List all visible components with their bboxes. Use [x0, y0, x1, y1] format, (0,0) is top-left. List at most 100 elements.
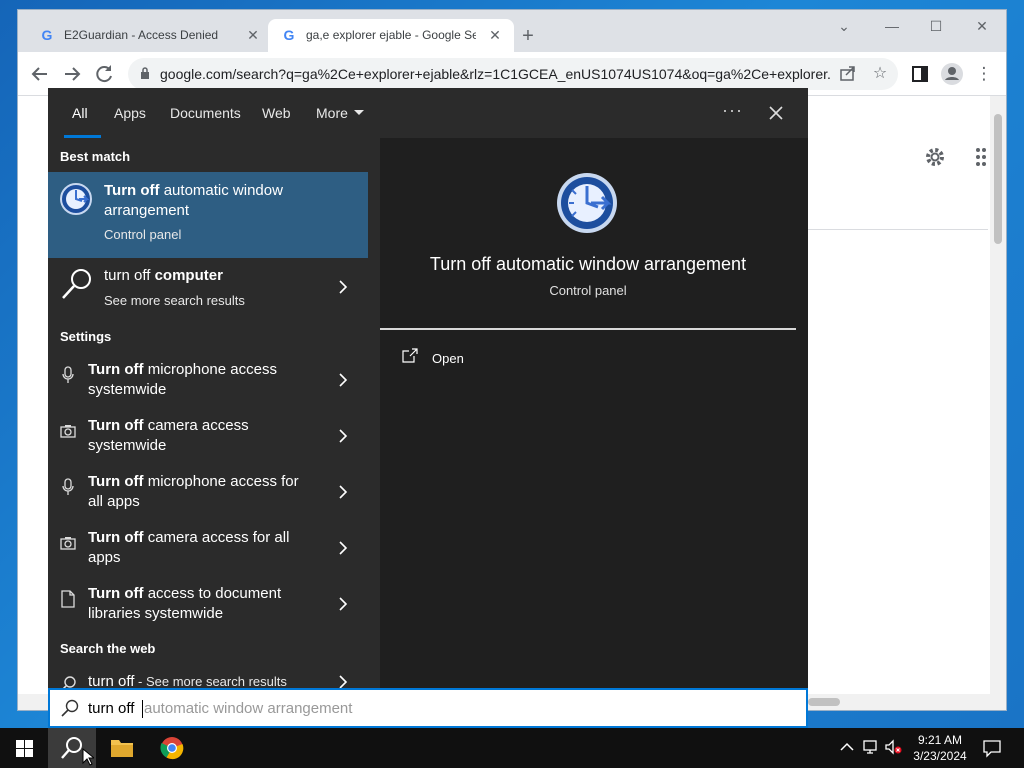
result-subtitle: See more search results — [104, 293, 245, 308]
result-title: turn off - See more search results — [88, 673, 287, 688]
settings-result-camera-all-apps[interactable]: Turn off camera access for all apps — [48, 528, 368, 584]
clock-date: 3/23/2024 — [913, 749, 967, 763]
camera-icon — [60, 425, 76, 438]
notifications-icon[interactable] — [982, 738, 1002, 758]
computer-search-result[interactable]: turn off computer See more search result… — [48, 266, 368, 314]
text-cursor — [142, 700, 143, 718]
search-filter-tabs: All Apps Documents Web More ··· — [48, 88, 808, 138]
tab-apps[interactable]: Apps — [114, 105, 146, 121]
close-window-button[interactable]: ✕ — [962, 14, 1002, 38]
camera-icon — [60, 537, 76, 550]
detail-subtitle: Control panel — [549, 283, 627, 298]
best-match-result[interactable]: Turn off automatic window arrangement Co… — [48, 172, 368, 258]
lock-icon — [141, 67, 149, 79]
tab-all[interactable]: All — [72, 105, 88, 121]
vertical-scrollbar[interactable] — [990, 96, 1006, 694]
chevron-right-icon[interactable] — [338, 280, 348, 294]
bookmark-star-icon[interactable]: ☆ — [870, 64, 890, 84]
document-icon — [61, 590, 75, 608]
taskbar-chrome[interactable] — [148, 728, 196, 768]
forward-arrow-icon[interactable] — [60, 62, 84, 86]
clock-time: 9:21 AM — [917, 733, 963, 747]
tab-more-label: More — [316, 105, 348, 121]
tab-web[interactable]: Web — [262, 105, 291, 121]
chrome-icon — [160, 737, 184, 760]
tab-documents[interactable]: Documents — [170, 105, 241, 121]
caret-down-icon — [353, 110, 364, 115]
browser-menu-icon[interactable]: ⋮ — [972, 62, 996, 86]
detail-header: Turn off automatic window arrangement Co… — [380, 152, 796, 328]
search-icon — [61, 737, 82, 759]
best-match-title: Turn off automatic window arrangement — [104, 182, 283, 219]
result-title: Turn off camera access systemwide — [88, 417, 249, 454]
search-icon — [61, 699, 79, 717]
mouse-cursor-icon — [82, 748, 94, 766]
tab-google-search[interactable]: G ga,e explorer ejable - Google Search ✕ — [268, 19, 514, 52]
microphone-icon — [62, 366, 74, 383]
minimize-button[interactable]: — — [872, 14, 912, 38]
chevron-right-icon[interactable] — [338, 675, 348, 688]
google-g-icon: G — [283, 27, 295, 43]
volume-muted-icon[interactable] — [884, 738, 902, 756]
tab-more[interactable]: More — [316, 105, 364, 121]
chevron-right-icon[interactable] — [338, 541, 348, 555]
open-label: Open — [432, 351, 464, 366]
tab-close-icon[interactable]: ✕ — [244, 26, 262, 44]
taskbar-file-explorer[interactable] — [98, 728, 146, 768]
chevron-right-icon[interactable] — [338, 597, 348, 611]
system-clock[interactable]: 9:21 AM 3/23/2024 — [902, 732, 978, 764]
settings-result-camera-systemwide[interactable]: Turn off camera access systemwide — [48, 416, 368, 472]
chevron-right-icon[interactable] — [338, 485, 348, 499]
tab-e2guardian[interactable]: G E2Guardian - Access Denied ✕ — [26, 19, 272, 52]
tab-title: ga,e explorer ejable - Google Search — [306, 28, 476, 42]
back-arrow-icon[interactable] — [28, 62, 52, 86]
address-bar[interactable]: google.com/search?q=ga%2Ce+explorer+ejab… — [128, 58, 898, 90]
control-panel-icon — [60, 183, 92, 215]
chevron-right-icon[interactable] — [338, 429, 348, 443]
windows-logo-icon — [16, 740, 33, 757]
open-action[interactable]: Open — [400, 348, 520, 372]
taskbar-search-button[interactable] — [48, 728, 96, 768]
reload-icon[interactable] — [92, 62, 116, 86]
best-match-subtitle: Control panel — [104, 227, 182, 242]
maximize-button[interactable]: ☐ — [916, 14, 956, 38]
result-detail-pane: Turn off automatic window arrangement Co… — [380, 152, 796, 688]
result-title: Turn off microphone access for all apps — [88, 473, 299, 510]
settings-gear-icon[interactable] — [924, 146, 946, 168]
start-button[interactable] — [0, 728, 48, 768]
settings-result-document-libraries[interactable]: Turn off access to document libraries sy… — [48, 584, 368, 640]
network-icon[interactable] — [862, 738, 880, 756]
web-search-result[interactable]: turn off - See more search results — [48, 672, 368, 688]
share-icon[interactable] — [838, 64, 858, 84]
tab-close-icon[interactable]: ✕ — [486, 26, 504, 44]
search-icon — [62, 676, 76, 688]
detail-title: Turn off automatic window arrangement — [429, 254, 747, 274]
taskbar-search-input[interactable]: turn off automatic window arrangement — [48, 688, 808, 728]
tab-strip: G E2Guardian - Access Denied ✕ G ga,e ex… — [18, 10, 1006, 52]
new-tab-button[interactable]: + — [516, 24, 540, 48]
windows-search-panel: All Apps Documents Web More ··· Best mat… — [48, 88, 808, 688]
settings-result-mic-systemwide[interactable]: Turn off microphone access systemwide — [48, 360, 368, 416]
profile-avatar-icon[interactable] — [940, 62, 964, 86]
chevron-right-icon[interactable] — [338, 373, 348, 387]
chevron-up-icon[interactable] — [838, 738, 856, 756]
result-title: Turn off access to document libraries sy… — [88, 585, 282, 622]
settings-result-mic-all-apps[interactable]: Turn off microphone access for all apps — [48, 472, 368, 528]
search-results-list: Best match Turn off automatic window arr… — [48, 138, 380, 688]
url-text: google.com/search?q=ga%2Ce+explorer+ejab… — [160, 66, 832, 82]
open-icon — [402, 348, 418, 363]
apps-grid-icon[interactable] — [976, 147, 990, 167]
side-panel-icon[interactable] — [908, 62, 932, 86]
detail-divider — [380, 328, 796, 330]
typed-query: turn off — [88, 700, 135, 717]
control-panel-icon — [557, 173, 617, 233]
result-title: turn off computer — [104, 267, 223, 284]
microphone-icon — [62, 478, 74, 495]
results-scrollbar[interactable] — [368, 138, 380, 688]
more-options-icon[interactable]: ··· — [722, 100, 743, 121]
section-settings: Settings — [60, 329, 112, 344]
section-best-match: Best match — [60, 149, 131, 164]
tab-search-chevron-icon[interactable]: ⌄ — [824, 14, 864, 38]
close-icon[interactable] — [764, 101, 788, 125]
section-search-web: Search the web — [60, 641, 156, 656]
